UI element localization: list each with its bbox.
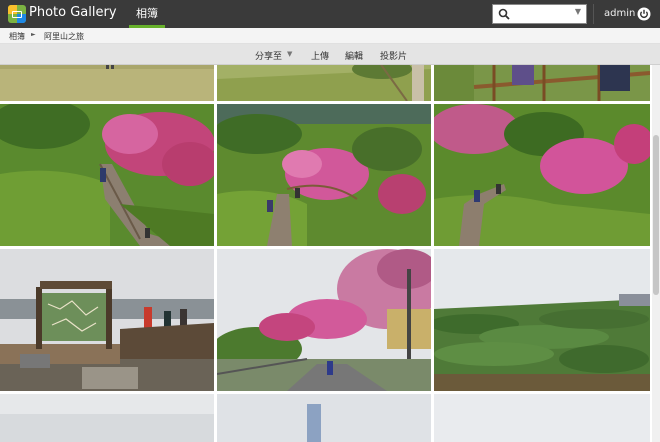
share-caret-icon[interactable]: ▼ xyxy=(287,50,292,58)
photo-thumbnail[interactable] xyxy=(217,394,431,442)
photo-thumbnail[interactable] xyxy=(0,394,214,442)
photo-thumbnail[interactable] xyxy=(217,249,431,391)
album-toolbar: 分享至 ▼ 上傳 編輯 投影片 xyxy=(0,44,660,65)
photo-thumbnail[interactable] xyxy=(217,65,431,101)
power-icon[interactable] xyxy=(637,7,651,21)
edit-button[interactable]: 編輯 xyxy=(345,49,363,62)
photo-thumbnail[interactable] xyxy=(434,65,650,101)
breadcrumb-separator-icon: ► xyxy=(31,31,36,38)
slideshow-button[interactable]: 投影片 xyxy=(380,49,407,62)
app-title[interactable]: Photo Gallery xyxy=(29,5,117,20)
search-dropdown-icon[interactable]: ▼ xyxy=(575,7,581,16)
share-button[interactable]: 分享至 xyxy=(255,49,282,62)
search-input[interactable]: ▼ xyxy=(492,4,587,24)
tab-albums[interactable]: 相簿 xyxy=(129,0,165,28)
upload-button[interactable]: 上傳 xyxy=(311,49,329,62)
photo-grid xyxy=(0,65,652,442)
topbar-divider xyxy=(593,4,594,24)
top-bar: Photo Gallery 相簿 ▼ admin xyxy=(0,0,660,28)
breadcrumb-current[interactable]: 阿里山之旅 xyxy=(44,31,84,42)
photo-thumbnail[interactable] xyxy=(0,104,214,246)
scrollbar-thumb[interactable] xyxy=(653,135,659,295)
app-logo-icon[interactable] xyxy=(8,5,26,23)
photo-thumbnail[interactable] xyxy=(434,394,650,442)
photo-thumbnail[interactable] xyxy=(434,104,650,246)
search-icon xyxy=(498,8,510,20)
user-name[interactable]: admin xyxy=(604,8,635,19)
photo-thumbnail[interactable] xyxy=(0,65,214,101)
breadcrumb: 相簿 ► 阿里山之旅 xyxy=(0,28,660,44)
photo-thumbnail[interactable] xyxy=(217,104,431,246)
photo-thumbnail[interactable] xyxy=(434,249,650,391)
photo-thumbnail[interactable] xyxy=(0,249,214,391)
breadcrumb-home[interactable]: 相簿 xyxy=(9,31,25,42)
